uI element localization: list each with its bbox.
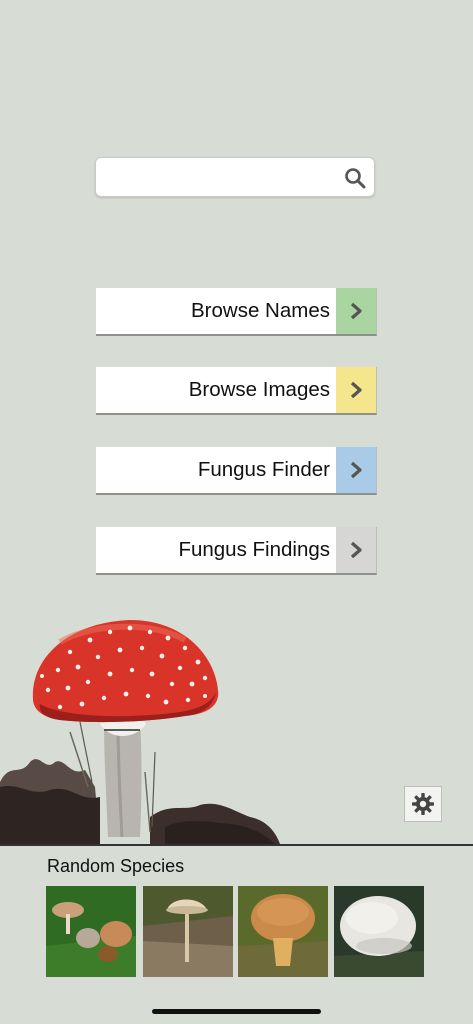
- fungus-findings-button[interactable]: Fungus Findings: [96, 527, 377, 575]
- settings-button[interactable]: [404, 786, 442, 822]
- random-species-title: Random Species: [47, 856, 185, 876]
- fly-agaric-illustration: [0, 620, 280, 844]
- browse-images-label: Browse Images: [188, 378, 330, 401]
- random-species-thumbnail[interactable]: [143, 886, 233, 977]
- browse-names-button[interactable]: Browse Names: [96, 288, 377, 336]
- chevron-right-icon: [336, 527, 376, 573]
- browse-images-button[interactable]: Browse Images: [96, 367, 377, 415]
- gear-icon: [412, 793, 434, 815]
- chevron-right-icon: [336, 367, 376, 413]
- chevron-right-icon: [336, 288, 376, 334]
- search-field[interactable]: [95, 157, 375, 197]
- random-species-thumbnail[interactable]: [238, 886, 328, 977]
- browse-names-label: Browse Names: [191, 299, 330, 322]
- chevron-right-icon: [336, 447, 376, 493]
- divider: [0, 844, 473, 846]
- random-species-thumbnail[interactable]: [334, 886, 424, 977]
- fungus-finder-label: Fungus Finder: [197, 458, 330, 481]
- fungus-finder-button[interactable]: Fungus Finder: [96, 447, 377, 495]
- fungus-findings-label: Fungus Findings: [178, 538, 330, 561]
- random-species-thumbnail[interactable]: [46, 886, 136, 977]
- search-input[interactable]: [104, 164, 338, 192]
- search-icon[interactable]: [344, 167, 366, 189]
- home-indicator[interactable]: [152, 1009, 321, 1014]
